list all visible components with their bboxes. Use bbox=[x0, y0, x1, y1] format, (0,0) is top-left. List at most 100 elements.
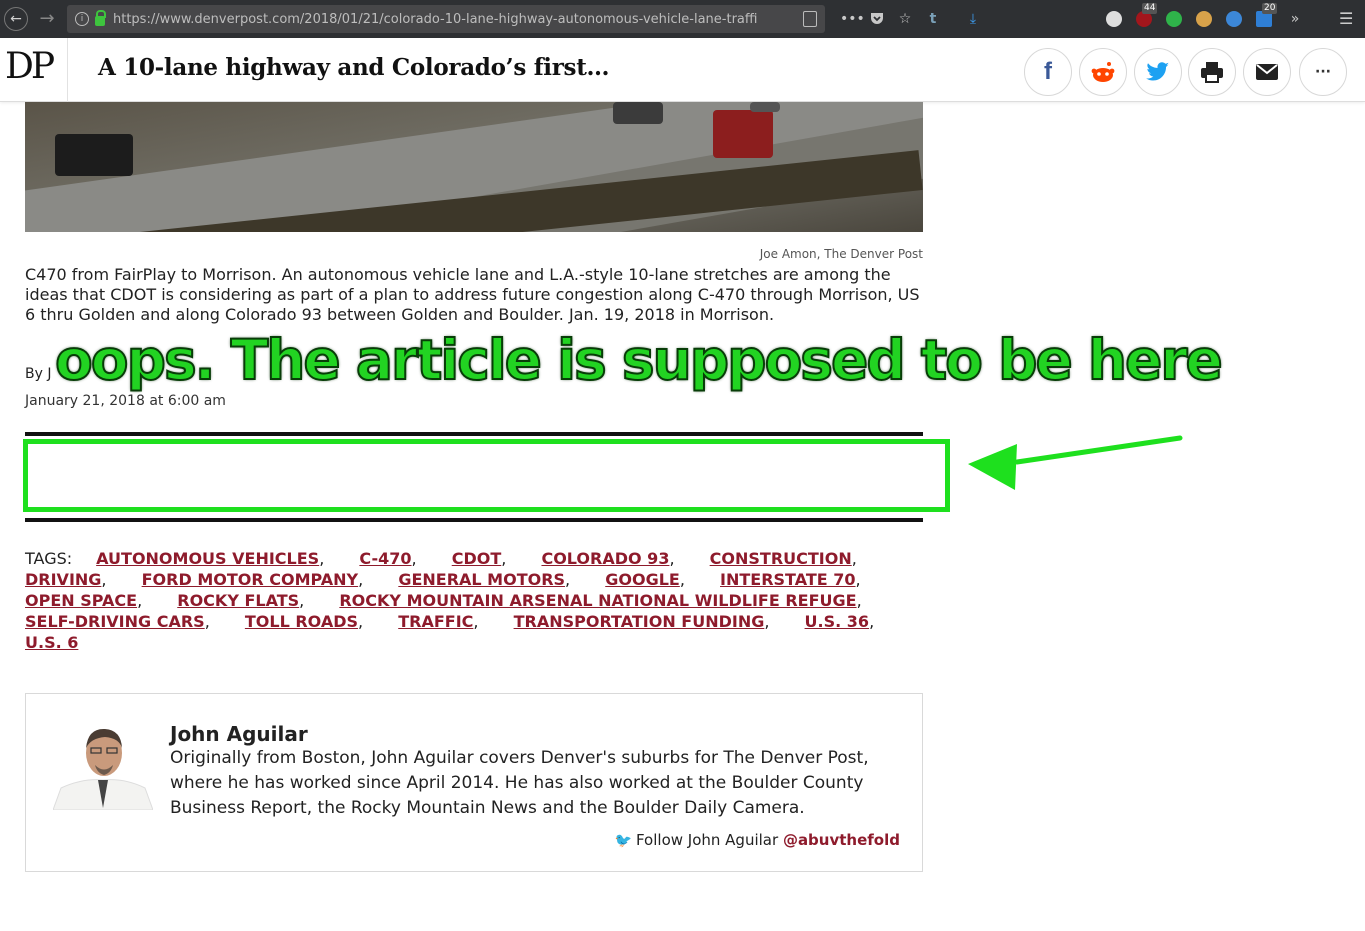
article-rule-top bbox=[25, 432, 923, 436]
tag-separator: , bbox=[851, 549, 857, 568]
ellipsis-icon: ··· bbox=[1315, 64, 1331, 80]
more-actions-icon[interactable]: ••• bbox=[840, 10, 865, 28]
article-photo bbox=[25, 102, 923, 232]
info-icon[interactable]: i bbox=[75, 12, 89, 26]
reddit-share-button[interactable] bbox=[1079, 48, 1127, 96]
tag-link[interactable]: GENERAL MOTORS, bbox=[398, 570, 570, 589]
twitter-bird-icon bbox=[1146, 62, 1169, 81]
tag-link[interactable]: TRAFFIC, bbox=[398, 612, 478, 631]
tag-separator: , bbox=[501, 549, 507, 568]
tag-link[interactable]: COLORADO 93, bbox=[541, 549, 674, 568]
tag-separator: , bbox=[137, 591, 143, 610]
annotation-arrow-icon bbox=[968, 435, 1183, 490]
tag-separator: , bbox=[358, 612, 364, 631]
header-divider bbox=[67, 38, 68, 102]
tag-separator: , bbox=[855, 570, 861, 589]
author-bio: Originally from Boston, John Aguilar cov… bbox=[170, 748, 869, 818]
missing-article-highlight bbox=[23, 439, 950, 512]
extension-badge-count-2: 20 bbox=[1262, 3, 1278, 14]
extension-green-icon[interactable] bbox=[1166, 11, 1182, 27]
forward-arrow-icon[interactable]: → bbox=[36, 8, 58, 30]
tag-link[interactable]: FORD MOTOR COMPANY, bbox=[142, 570, 364, 589]
tags-items: AUTONOMOUS VEHICLES, C-470, CDOT, COLORA… bbox=[25, 549, 904, 652]
tag-separator: , bbox=[669, 549, 675, 568]
byline-prefix: By J bbox=[25, 366, 52, 382]
more-share-button[interactable]: ··· bbox=[1299, 48, 1347, 96]
photo-credit: Joe Amon, The Denver Post bbox=[759, 247, 923, 261]
pocket-icon[interactable] bbox=[868, 10, 886, 28]
tag-separator: , bbox=[679, 570, 685, 589]
follow-author-link[interactable]: 🐦 Follow John Aguilar @abuvthefold bbox=[615, 831, 900, 849]
photo-car-far bbox=[750, 102, 780, 112]
tag-link[interactable]: CDOT, bbox=[452, 549, 507, 568]
tag-separator: , bbox=[869, 612, 875, 631]
tag-link[interactable]: C-470, bbox=[359, 549, 416, 568]
tag-link[interactable]: CONSTRUCTION, bbox=[710, 549, 857, 568]
tag-separator: , bbox=[299, 591, 305, 610]
overflow-chevron-icon[interactable]: » bbox=[1286, 10, 1304, 28]
author-card: John Aguilar Originally from Boston, Joh… bbox=[25, 693, 923, 872]
tag-link[interactable]: DRIVING, bbox=[25, 570, 107, 589]
print-button[interactable] bbox=[1188, 48, 1236, 96]
back-arrow-icon[interactable]: ← bbox=[4, 7, 28, 31]
envelope-icon bbox=[1256, 64, 1278, 80]
extension-blue-icon[interactable] bbox=[1226, 11, 1242, 27]
tags-label: TAGS: bbox=[25, 549, 73, 568]
tag-link[interactable]: GOOGLE, bbox=[605, 570, 685, 589]
hamburger-menu-icon[interactable]: ☰ bbox=[1339, 9, 1355, 29]
lock-icon bbox=[95, 10, 106, 26]
tag-link[interactable]: U.S. 36, bbox=[805, 612, 875, 631]
tag-separator: , bbox=[204, 612, 210, 631]
page-title: A 10-lane highway and Colorado’s first… bbox=[98, 54, 610, 81]
email-share-button[interactable] bbox=[1243, 48, 1291, 96]
site-header: DP A 10-lane highway and Colorado’s firs… bbox=[0, 38, 1365, 102]
author-name[interactable]: John Aguilar bbox=[170, 722, 308, 746]
extension-red-icon[interactable]: 44 bbox=[1136, 3, 1158, 27]
tag-separator: , bbox=[764, 612, 770, 631]
tag-link[interactable]: TRANSPORTATION FUNDING, bbox=[514, 612, 770, 631]
tag-separator: , bbox=[411, 549, 417, 568]
browser-toolbar: ← → i https://www.denverpost.com/2018/01… bbox=[0, 0, 1365, 38]
download-icon[interactable]: ⤓ bbox=[964, 10, 982, 28]
tag-separator: , bbox=[358, 570, 364, 589]
tag-link[interactable]: ROCKY FLATS, bbox=[177, 591, 304, 610]
extension-badge-count: 44 bbox=[1142, 3, 1158, 14]
byline: By J bbox=[25, 366, 51, 382]
photo-car-silver bbox=[613, 102, 663, 124]
twitter-handle-link[interactable]: @abuvthefold bbox=[783, 831, 900, 849]
tag-link[interactable]: OPEN SPACE, bbox=[25, 591, 142, 610]
reddit-icon bbox=[1091, 62, 1115, 82]
tag-separator: , bbox=[565, 570, 571, 589]
avatar bbox=[53, 718, 153, 810]
tag-link[interactable]: AUTONOMOUS VEHICLES, bbox=[96, 549, 324, 568]
ublock-icon[interactable] bbox=[1106, 11, 1122, 27]
follow-label: Follow John Aguilar bbox=[635, 831, 779, 849]
tag-link[interactable]: SELF-DRIVING CARS, bbox=[25, 612, 210, 631]
tag-link[interactable]: ROCKY MOUNTAIN ARSENAL NATIONAL WILDLIFE… bbox=[339, 591, 861, 610]
tag-link[interactable]: U.S. 6 bbox=[25, 633, 78, 652]
reader-view-icon[interactable] bbox=[803, 11, 817, 27]
photo-truck bbox=[55, 134, 133, 176]
publish-date: January 21, 2018 at 6:00 am bbox=[25, 393, 226, 409]
cookie-icon[interactable] bbox=[1196, 11, 1212, 27]
twitter-bird-icon: 🐦 bbox=[614, 833, 632, 849]
tag-link[interactable]: INTERSTATE 70, bbox=[720, 570, 861, 589]
extension-tab-icon[interactable]: 20 bbox=[1256, 3, 1278, 27]
twitter-share-button[interactable] bbox=[1134, 48, 1182, 96]
annotation-text: oops. The article is supposed to be here bbox=[54, 327, 1224, 393]
tags-list: TAGS: AUTONOMOUS VEHICLES, C-470, CDOT, C… bbox=[25, 548, 923, 653]
tag-separator: , bbox=[473, 612, 479, 631]
tag-separator: , bbox=[101, 570, 107, 589]
photo-caption: C470 from FairPlay to Morrison. An auton… bbox=[25, 265, 920, 324]
bookmark-star-icon[interactable]: ☆ bbox=[896, 10, 914, 28]
facebook-share-button[interactable]: f bbox=[1024, 48, 1072, 96]
site-logo[interactable]: DP bbox=[5, 46, 55, 87]
tumblr-icon[interactable]: t bbox=[924, 10, 942, 28]
tag-separator: , bbox=[856, 591, 862, 610]
tag-link[interactable]: TOLL ROADS, bbox=[245, 612, 363, 631]
address-bar[interactable]: i https://www.denverpost.com/2018/01/21/… bbox=[67, 5, 825, 33]
url-text[interactable]: https://www.denverpost.com/2018/01/21/co… bbox=[113, 12, 778, 27]
printer-icon bbox=[1201, 62, 1223, 83]
article-rule-bottom bbox=[25, 518, 923, 522]
facebook-icon: f bbox=[1044, 58, 1052, 85]
